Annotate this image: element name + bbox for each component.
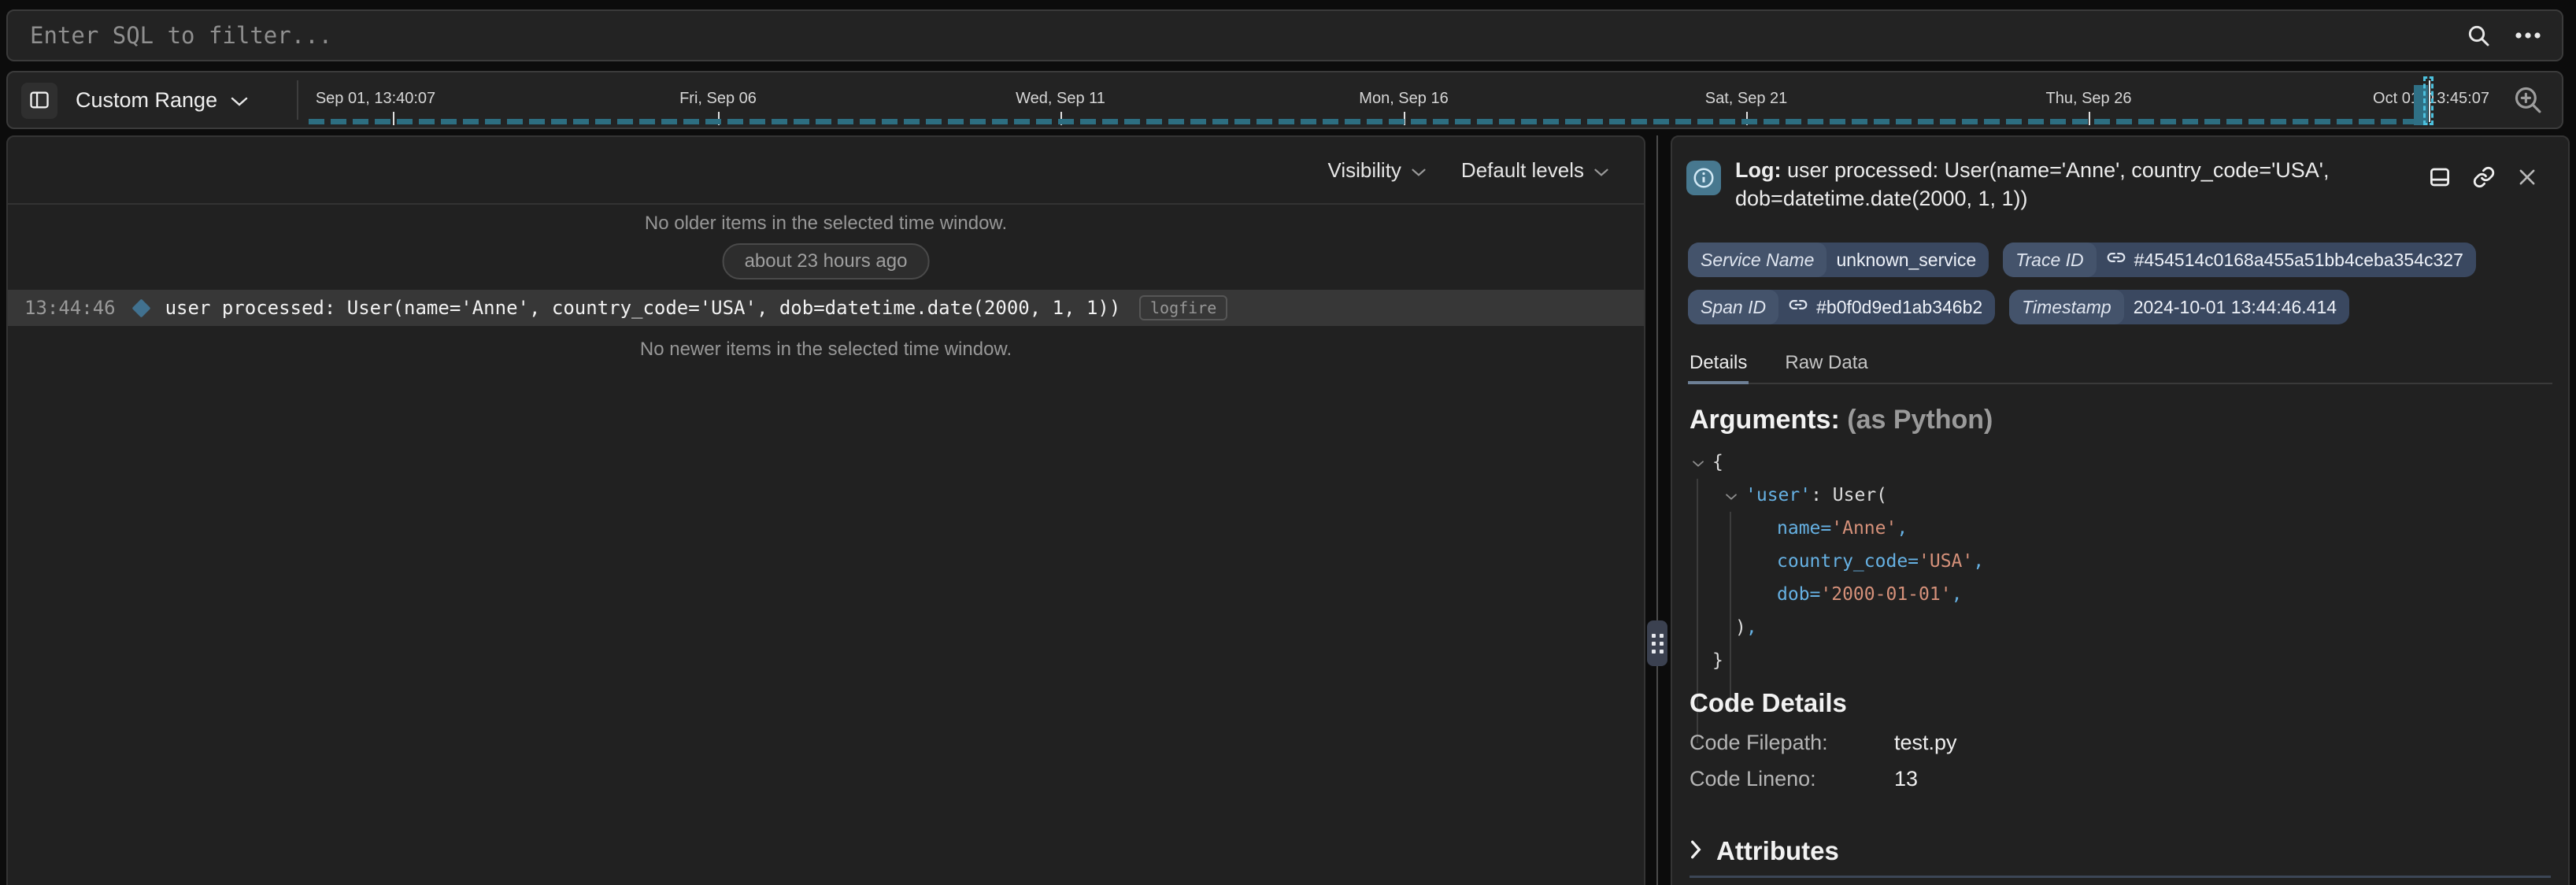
code-line: }	[1692, 644, 1984, 677]
no-newer-items-text: No newer items in the selected time wind…	[8, 339, 1644, 361]
timeline-divider	[297, 80, 298, 120]
info-level-icon	[1686, 161, 1721, 195]
link-icon	[1788, 294, 1808, 320]
log-detail-panel: Log: user processed: User(name='Anne', c…	[1671, 135, 2570, 885]
log-row[interactable]: 13:44:46 user processed: User(name='Anne…	[8, 290, 1644, 326]
split-horizontal-icon	[2428, 165, 2452, 191]
service-name-badge: Service Name unknown_service	[1688, 243, 1989, 277]
code-line: 'user': User(	[1692, 479, 1984, 512]
attributes-section-toggle[interactable]: Attributes	[1690, 836, 1839, 866]
code-line: {	[1692, 446, 1984, 479]
arguments-code: { 'user': User( name='Anne', country_cod…	[1692, 446, 1984, 677]
chevron-down-icon	[230, 88, 249, 113]
sql-filter-bar	[6, 9, 2563, 61]
tab-details[interactable]: Details	[1688, 343, 1749, 383]
sidebar-toggle-button[interactable]	[21, 83, 57, 119]
search-icon[interactable]	[2466, 23, 2491, 48]
timeline-label: Wed, Sep 11	[1016, 90, 1105, 108]
panel-left-icon	[28, 89, 50, 113]
chevron-right-icon	[1690, 836, 1702, 866]
visibility-dropdown[interactable]: Visibility	[1327, 158, 1426, 183]
timeline-label: Thu, Sep 26	[2046, 90, 2132, 108]
detail-badges: Service Name unknown_service Trace ID #4…	[1688, 243, 2554, 324]
timeline-label: Mon, Sep 16	[1359, 90, 1448, 108]
log-list-panel: Visibility Default levels No older items…	[6, 135, 1645, 885]
time-ago-badge: about 23 hours ago	[723, 243, 930, 280]
code-filepath-row: Code Filepath: test.py	[1690, 731, 2319, 755]
panel-resize-handle[interactable]	[1647, 620, 1667, 666]
log-row-message: user processed: User(name='Anne', countr…	[165, 297, 1121, 319]
timeline-zoom-in-button[interactable]	[2510, 83, 2546, 119]
code-line: name='Anne',	[1692, 512, 1984, 545]
panel-split-line	[1656, 135, 1658, 885]
timeline-label: Sep 01, 13:40:07	[316, 90, 435, 108]
drag-dots-icon	[1652, 634, 1664, 654]
trace-id-badge[interactable]: Trace ID #454514c0168a455a51bb4ceba354c3…	[2003, 243, 2476, 277]
timeline-label: Fri, Sep 06	[679, 90, 757, 108]
timestamp-badge: Timestamp 2024-10-01 13:44:46.414	[2009, 290, 2349, 324]
log-row-tag: logfire	[1139, 295, 1227, 320]
sql-filter-input[interactable]	[8, 22, 2466, 49]
log-level-diamond-icon	[131, 298, 150, 317]
arguments-heading: Arguments: (as Python)	[1690, 405, 1993, 435]
timeline-label: Sat, Sep 21	[1705, 90, 1788, 108]
code-line: dob='2000-01-01',	[1692, 578, 1984, 611]
copy-link-button[interactable]	[2472, 165, 2496, 191]
chevron-down-icon	[1411, 158, 1427, 183]
log-row-time: 13:44:46	[24, 297, 116, 319]
code-details-heading: Code Details	[1690, 688, 1847, 718]
timeline-selection-cursor	[2429, 80, 2430, 122]
section-divider	[1690, 876, 2551, 878]
default-levels-dropdown[interactable]: Default levels	[1461, 158, 1609, 183]
dock-panel-button[interactable]	[2428, 165, 2452, 191]
timeline-histogram-baseline	[309, 119, 2415, 124]
log-list-header: Visibility Default levels	[8, 137, 1644, 205]
detail-title: Log: user processed: User(name='Anne', c…	[1735, 156, 2428, 213]
collapse-toggle-icon[interactable]	[1725, 493, 1745, 501]
no-older-items-text: No older items in the selected time wind…	[8, 213, 1644, 235]
span-id-badge[interactable]: Span ID #b0f0d9ed1ab346b2	[1688, 290, 1995, 324]
link-icon	[2472, 165, 2496, 191]
code-line: country_code='USA',	[1692, 545, 1984, 578]
link-icon	[2106, 247, 2126, 272]
close-panel-button[interactable]	[2516, 165, 2538, 191]
collapse-toggle-icon[interactable]	[1692, 460, 1712, 468]
tab-raw-data[interactable]: Raw Data	[1783, 343, 1869, 383]
zoom-in-icon	[2511, 83, 2545, 119]
chevron-down-icon	[1593, 158, 1609, 183]
code-lineno-row: Code Lineno: 13	[1690, 767, 2319, 791]
timeline-bar: Custom Range Sep 01, 13:40:07 Fri, Sep 0…	[6, 71, 2563, 129]
code-line: ),	[1692, 611, 1984, 644]
close-icon	[2516, 166, 2538, 191]
detail-tabs: Details Raw Data	[1688, 343, 2552, 384]
time-range-selector[interactable]: Custom Range	[76, 72, 249, 128]
more-options-icon[interactable]	[2515, 31, 2541, 39]
